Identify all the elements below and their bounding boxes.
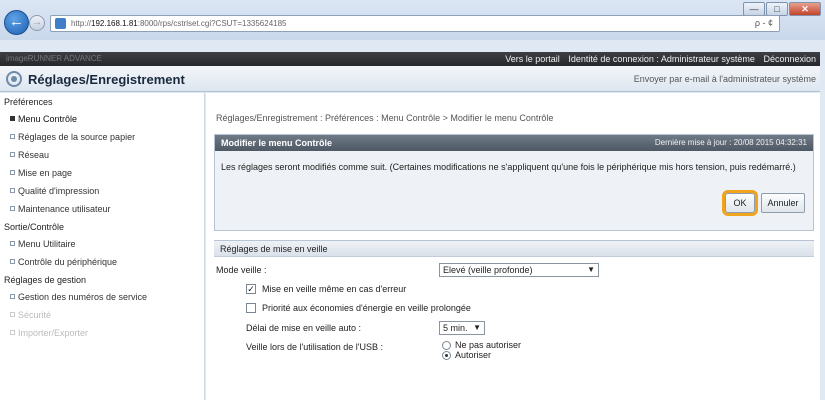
- bullet-icon: [10, 312, 15, 317]
- email-admin-link[interactable]: Envoyer par e-mail à l'administrateur sy…: [634, 74, 816, 84]
- browser-chrome: — □ ✕ ← → http://192.168.1.81:8000/rps/c…: [0, 0, 825, 40]
- search-refresh-icons[interactable]: ρ - ¢: [755, 18, 773, 28]
- portal-link[interactable]: Vers le portail: [505, 54, 560, 64]
- last-update: Dernière mise à jour : 20/08 2015 04:32:…: [654, 138, 807, 147]
- error-sleep-label: Mise en veille même en cas d'erreur: [262, 284, 407, 294]
- sidebar-item-maintenance[interactable]: Maintenance utilisateur: [0, 200, 204, 218]
- close-window-button[interactable]: ✕: [789, 2, 821, 16]
- energy-priority-checkbox[interactable]: [246, 303, 256, 313]
- site-icon: [55, 18, 66, 29]
- breadcrumb: Réglages/Enregistrement : Préférences : …: [216, 113, 554, 123]
- forward-button[interactable]: →: [29, 15, 45, 31]
- logout-link[interactable]: Déconnexion: [763, 54, 816, 64]
- chevron-down-icon: ▼: [587, 265, 595, 274]
- energy-priority-label: Priorité aux économies d'énergie en veil…: [262, 303, 471, 313]
- usb-option-deny: Ne pas autoriser: [455, 340, 522, 350]
- confirm-panel-header: Modifier le menu Contrôle Dernière mise …: [215, 135, 813, 151]
- ok-button[interactable]: OK: [725, 193, 755, 213]
- top-banner: imageRUNNER ADVANCE Vers le portail Iden…: [0, 52, 820, 66]
- sidebar-item-mise-en-page[interactable]: Mise en page: [0, 164, 204, 182]
- chevron-down-icon: ▼: [473, 323, 481, 332]
- bullet-icon: [10, 294, 15, 299]
- sleep-settings-panel: Réglages de mise en veille Mode veille :…: [214, 240, 814, 400]
- usb-option-allow: Autoriser: [455, 350, 492, 360]
- usb-radio-deny[interactable]: [442, 341, 451, 350]
- usb-sleep-label: Veille lors de l'utilisation de l'USB :: [246, 342, 384, 352]
- sidebar-item-menu-controle[interactable]: Menu Contrôle: [0, 110, 204, 128]
- sidebar-item-controle-peripherique[interactable]: Contrôle du périphérique: [0, 253, 204, 271]
- page-header: Réglages/Enregistrement Envoyer par e-ma…: [0, 66, 820, 92]
- window-controls: — □ ✕: [743, 2, 821, 16]
- sidebar-item-source-papier[interactable]: Réglages de la source papier: [0, 128, 204, 146]
- sleep-mode-label: Mode veille :: [216, 265, 267, 275]
- sidebar-section-title: Sortie/Contrôle: [4, 222, 65, 232]
- bullet-icon: [10, 116, 15, 121]
- url-text[interactable]: http://192.168.1.81:8000/rps/cstrlset.cg…: [71, 19, 287, 28]
- bullet-icon: [10, 241, 15, 246]
- sidebar-item-reseau[interactable]: Réseau: [0, 146, 204, 164]
- main-content: Réglages/Enregistrement : Préférences : …: [206, 93, 820, 400]
- auto-delay-select[interactable]: 5 min. ▼: [439, 321, 485, 335]
- confirm-panel-title: Modifier le menu Contrôle: [221, 138, 333, 148]
- sidebar-item-numeros-service[interactable]: Gestion des numéros de service: [0, 288, 204, 306]
- sidebar-item-menu-utilitaire[interactable]: Menu Utilitaire: [0, 235, 204, 253]
- device-name: imageRUNNER ADVANCE: [6, 54, 102, 63]
- auto-delay-label: Délai de mise en veille auto :: [246, 323, 362, 333]
- confirm-panel-body: Les réglages seront modifiés comme suit.…: [215, 151, 813, 230]
- cancel-button[interactable]: Annuler: [761, 193, 805, 213]
- confirm-panel: Modifier le menu Contrôle Dernière mise …: [214, 134, 814, 231]
- sidebar-item-importer-exporter[interactable]: Importer/Exporter: [0, 324, 204, 342]
- bullet-icon: [10, 330, 15, 335]
- sidebar-section-title: Réglages de gestion: [4, 275, 87, 285]
- bullet-icon: [10, 259, 15, 264]
- bullet-icon: [10, 188, 15, 193]
- usb-radio-allow[interactable]: [442, 351, 451, 360]
- address-bar[interactable]: http://192.168.1.81:8000/rps/cstrlset.cg…: [50, 15, 780, 32]
- sidebar-item-qualite-impression[interactable]: Qualité d'impression: [0, 182, 204, 200]
- sleep-mode-select[interactable]: Elevé (veille profonde) ▼: [439, 263, 599, 277]
- sleep-settings-title: Réglages de mise en veille: [214, 241, 814, 257]
- bullet-icon: [10, 206, 15, 211]
- bullet-icon: [10, 134, 15, 139]
- bullet-icon: [10, 152, 15, 157]
- login-identity: Identité de connexion : Administrateur s…: [568, 54, 755, 64]
- confirm-message: Les réglages seront modifiés comme suit.…: [221, 162, 796, 172]
- sidebar-item-securite[interactable]: Sécurité: [0, 306, 204, 324]
- settings-gear-icon: [6, 71, 22, 87]
- bullet-icon: [10, 170, 15, 175]
- back-button[interactable]: ←: [4, 10, 29, 35]
- minimize-button[interactable]: —: [743, 2, 765, 16]
- maximize-button[interactable]: □: [766, 2, 788, 16]
- page-title: Réglages/Enregistrement: [28, 72, 185, 87]
- sidebar-section-title: Préférences: [4, 97, 53, 107]
- error-sleep-checkbox[interactable]: ✓: [246, 284, 256, 294]
- sidebar: Préférences Menu Contrôle Réglages de la…: [0, 93, 205, 400]
